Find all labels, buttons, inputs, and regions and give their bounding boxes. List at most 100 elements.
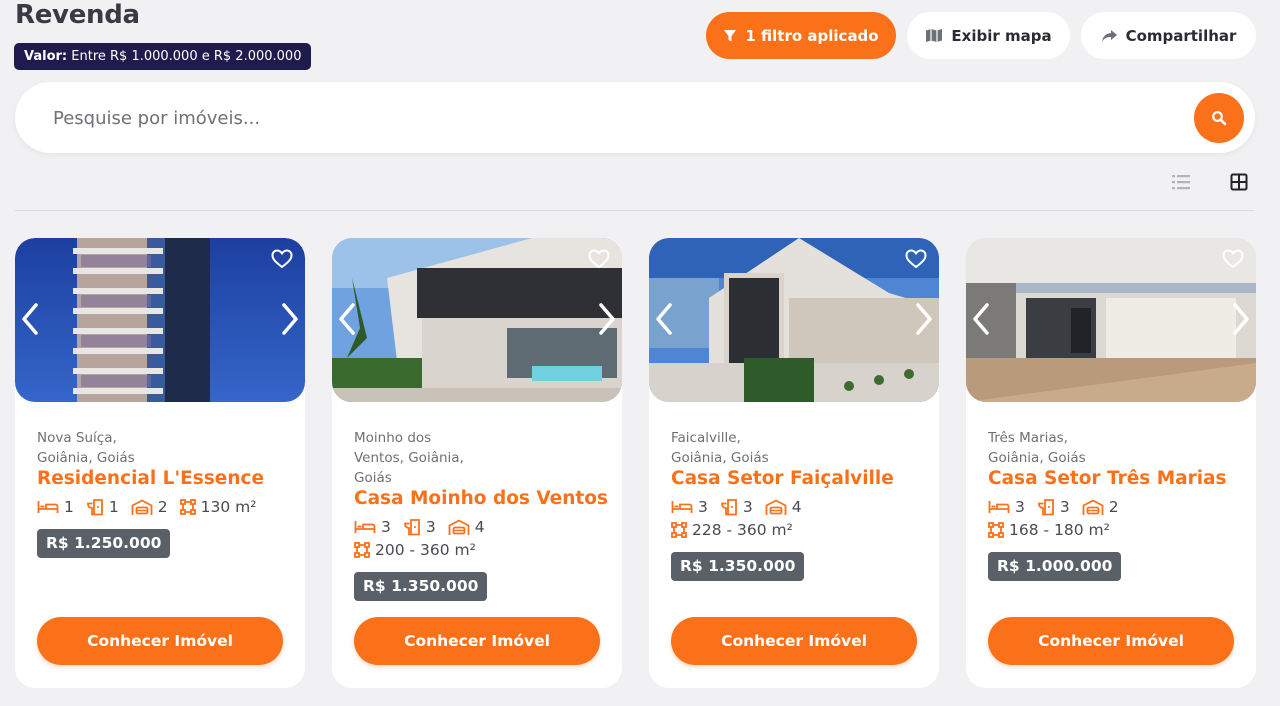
property-photo[interactable] — [15, 238, 305, 402]
bedrooms-feature: 3 — [988, 497, 1025, 517]
property-photo[interactable] — [966, 238, 1256, 402]
bathroom-icon — [1037, 499, 1054, 516]
location-line: Três Marias, — [988, 430, 1068, 446]
garage-icon — [1082, 498, 1104, 515]
property-card: Moinho dos Ventos, Goiânia, Goiás Casa M… — [332, 238, 622, 688]
building-photo — [15, 238, 305, 402]
house-photo — [649, 238, 939, 402]
bathrooms-feature: 3 — [1037, 497, 1070, 517]
property-card: Três Marias, Goiânia, Goiás Casa Setor T… — [966, 238, 1256, 688]
bathroom-icon — [403, 519, 420, 536]
property-price: R$ 1.000.000 — [988, 552, 1122, 581]
area-feature: 130 m² — [179, 497, 256, 517]
property-location: Nova Suíça, Goiânia, Goiás — [37, 428, 287, 468]
location-line: Ventos, Goiânia, — [354, 450, 464, 466]
property-features: 3 3 4 228 - 360 m² — [671, 497, 921, 540]
garage-icon — [131, 498, 153, 515]
area-icon — [671, 522, 687, 538]
area-icon — [988, 522, 1004, 538]
bed-icon — [988, 501, 1010, 513]
filter-badge-key: Valor: — [24, 49, 68, 64]
view-property-button[interactable]: Conhecer Imóvel — [988, 617, 1234, 665]
location-line: Faicalville, — [671, 430, 741, 446]
area-value: 168 - 180 m² — [1009, 521, 1110, 539]
card-body: Faicalville, Goiânia, Goiás Casa Setor F… — [671, 428, 921, 581]
bathrooms-feature: 3 — [403, 517, 436, 537]
chevron-left-icon — [339, 303, 355, 335]
search-bar — [15, 82, 1255, 153]
show-map-label: Exibir mapa — [951, 26, 1052, 45]
bathroom-icon — [86, 499, 103, 516]
heart-icon — [1222, 249, 1244, 269]
grid-view-toggle[interactable] — [1229, 172, 1249, 192]
garages-count: 2 — [157, 498, 168, 516]
show-map-button[interactable]: Exibir mapa — [907, 12, 1070, 59]
bathrooms-feature: 3 — [720, 497, 753, 517]
applied-filter-badge: Valor: Entre R$ 1.000.000 e R$ 2.000.000 — [14, 43, 312, 70]
property-location: Três Marias, Goiânia, Goiás — [988, 428, 1238, 468]
garages-feature: 2 — [131, 497, 168, 517]
property-name[interactable]: Casa Moinho dos Ventos — [354, 488, 608, 510]
view-property-button[interactable]: Conhecer Imóvel — [354, 617, 600, 665]
garages-feature: 2 — [1082, 497, 1119, 517]
house-photo — [966, 238, 1256, 402]
bathrooms-count: 1 — [108, 498, 119, 516]
filter-button-label: 1 filtro aplicado — [745, 26, 879, 45]
garage-icon — [765, 498, 787, 515]
bedrooms-count: 3 — [381, 518, 391, 536]
property-features: 3 3 4 200 - 360 m² — [354, 517, 604, 560]
bedrooms-count: 3 — [698, 498, 708, 516]
area-icon — [354, 542, 370, 558]
view-property-button[interactable]: Conhecer Imóvel — [671, 617, 917, 665]
filter-icon — [724, 29, 737, 41]
property-location: Faicalville, Goiânia, Goiás — [671, 428, 921, 468]
filter-button[interactable]: 1 filtro aplicado — [706, 12, 896, 59]
share-button[interactable]: Compartilhar — [1081, 12, 1256, 59]
location-line: Goiânia, Goiás — [988, 450, 1086, 466]
bedrooms-feature: 3 — [671, 497, 708, 517]
chevron-left-icon — [656, 303, 672, 335]
search-icon — [1212, 111, 1227, 126]
search-input[interactable] — [53, 102, 1153, 134]
bed-icon — [37, 501, 59, 513]
location-line: Goiás — [354, 470, 392, 486]
property-photo[interactable] — [332, 238, 622, 402]
location-line: Goiânia, Goiás — [671, 450, 769, 466]
search-button[interactable] — [1194, 93, 1244, 143]
garages-feature: 4 — [448, 517, 485, 537]
property-card: Faicalville, Goiânia, Goiás Casa Setor F… — [649, 238, 939, 688]
property-name[interactable]: Casa Setor Faiçalville — [671, 468, 921, 490]
share-label: Compartilhar — [1125, 26, 1237, 45]
property-photo[interactable] — [649, 238, 939, 402]
property-name[interactable]: Residencial L'Essence — [37, 468, 287, 490]
location-line: Nova Suíça, — [37, 430, 117, 446]
bedrooms-count: 1 — [64, 498, 74, 516]
property-price: R$ 1.350.000 — [671, 552, 805, 581]
area-feature: 168 - 180 m² — [988, 520, 1238, 540]
card-body: Moinho dos Ventos, Goiânia, Goiás Casa M… — [354, 428, 608, 601]
heart-icon — [905, 249, 927, 269]
divider — [15, 210, 1255, 211]
list-view-toggle[interactable] — [1171, 172, 1191, 192]
bathrooms-count: 3 — [742, 498, 753, 516]
bedrooms-feature: 3 — [354, 517, 391, 537]
area-value: 200 - 360 m² — [375, 541, 476, 559]
house-photo — [332, 238, 622, 402]
card-body: Nova Suíça, Goiânia, Goiás Residencial L… — [37, 428, 287, 558]
bathroom-icon — [720, 499, 737, 516]
map-icon — [926, 29, 943, 42]
bed-icon — [671, 501, 693, 513]
chevron-right-icon — [1233, 303, 1249, 335]
heart-icon — [588, 249, 610, 269]
property-features: 3 3 2 168 - 180 m² — [988, 497, 1238, 540]
list-icon — [1172, 175, 1190, 190]
chevron-right-icon — [916, 303, 932, 335]
bedrooms-count: 3 — [1015, 498, 1025, 516]
property-price: R$ 1.250.000 — [37, 529, 171, 558]
property-card: Nova Suíça, Goiânia, Goiás Residencial L… — [15, 238, 305, 688]
view-property-button[interactable]: Conhecer Imóvel — [37, 617, 283, 665]
property-name[interactable]: Casa Setor Três Marias — [988, 468, 1238, 490]
chevron-left-icon — [973, 303, 989, 335]
filter-badge-value: Entre R$ 1.000.000 e R$ 2.000.000 — [71, 49, 302, 64]
bathrooms-feature: 1 — [86, 497, 119, 517]
